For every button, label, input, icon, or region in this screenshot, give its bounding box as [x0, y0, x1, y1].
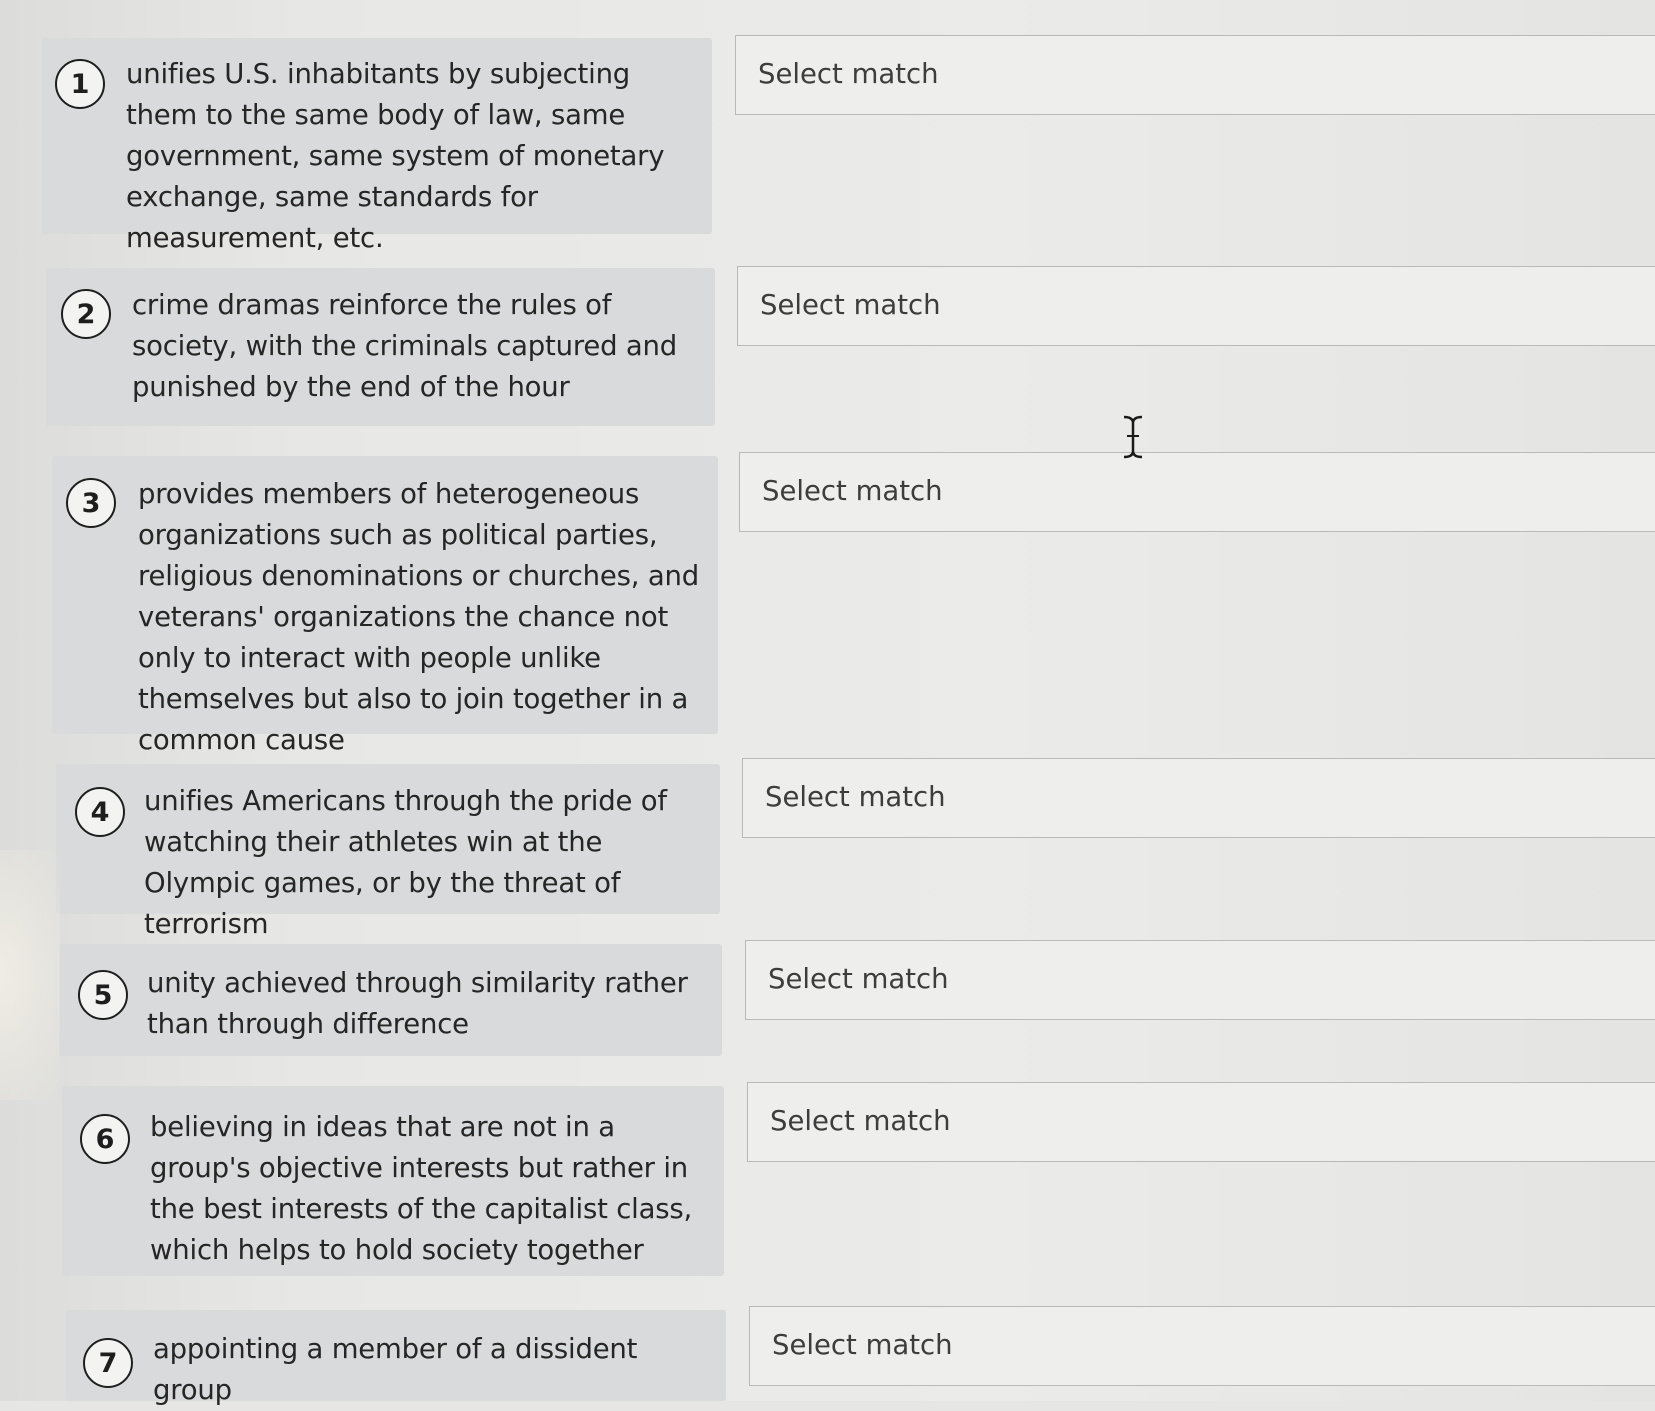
select-match-label-6: Select match [770, 1105, 951, 1137]
select-match-label-4: Select match [765, 781, 946, 813]
prompt-text-6: believing in ideas that are not in a gro… [150, 1111, 693, 1266]
select-match-2[interactable]: Select match [737, 266, 1655, 346]
select-match-1[interactable]: Select match [735, 35, 1655, 115]
select-match-label-1: Select match [758, 58, 939, 90]
select-match-label-3: Select match [762, 475, 943, 507]
select-match-6[interactable]: Select match [747, 1082, 1655, 1162]
select-match-5[interactable]: Select match [745, 940, 1655, 1020]
item-number-2: 2 [61, 289, 111, 339]
select-match-label-5: Select match [768, 963, 949, 995]
item-number-7: 7 [83, 1338, 133, 1388]
prompt-text-5: unity achieved through similarity rather… [147, 967, 688, 1040]
screen-glare [0, 850, 60, 1100]
prompt-text-7: appointing a member of a dissident group [153, 1333, 638, 1406]
prompt-text-2: crime dramas reinforce the rules of soci… [132, 289, 678, 403]
text-cursor-icon [1123, 415, 1143, 459]
item-number-4: 4 [75, 787, 125, 837]
prompt-text-4: unifies Americans through the pride of w… [144, 785, 667, 940]
select-match-7[interactable]: Select match [749, 1306, 1655, 1386]
select-match-label-7: Select match [772, 1329, 953, 1361]
select-match-3[interactable]: Select match [739, 452, 1655, 532]
prompt-text-3: provides members of heterogeneous organi… [138, 478, 699, 756]
item-number-6: 6 [80, 1114, 130, 1164]
select-match-label-2: Select match [760, 289, 941, 321]
item-number-5: 5 [78, 970, 128, 1020]
prompt-text-1: unifies U.S. inhabitants by subjecting t… [126, 58, 665, 254]
select-match-4[interactable]: Select match [742, 758, 1655, 838]
matching-question: 1 unifies U.S. inhabitants by subjecting… [0, 0, 1655, 1406]
item-number-1: 1 [55, 59, 105, 109]
item-number-3: 3 [66, 478, 116, 528]
